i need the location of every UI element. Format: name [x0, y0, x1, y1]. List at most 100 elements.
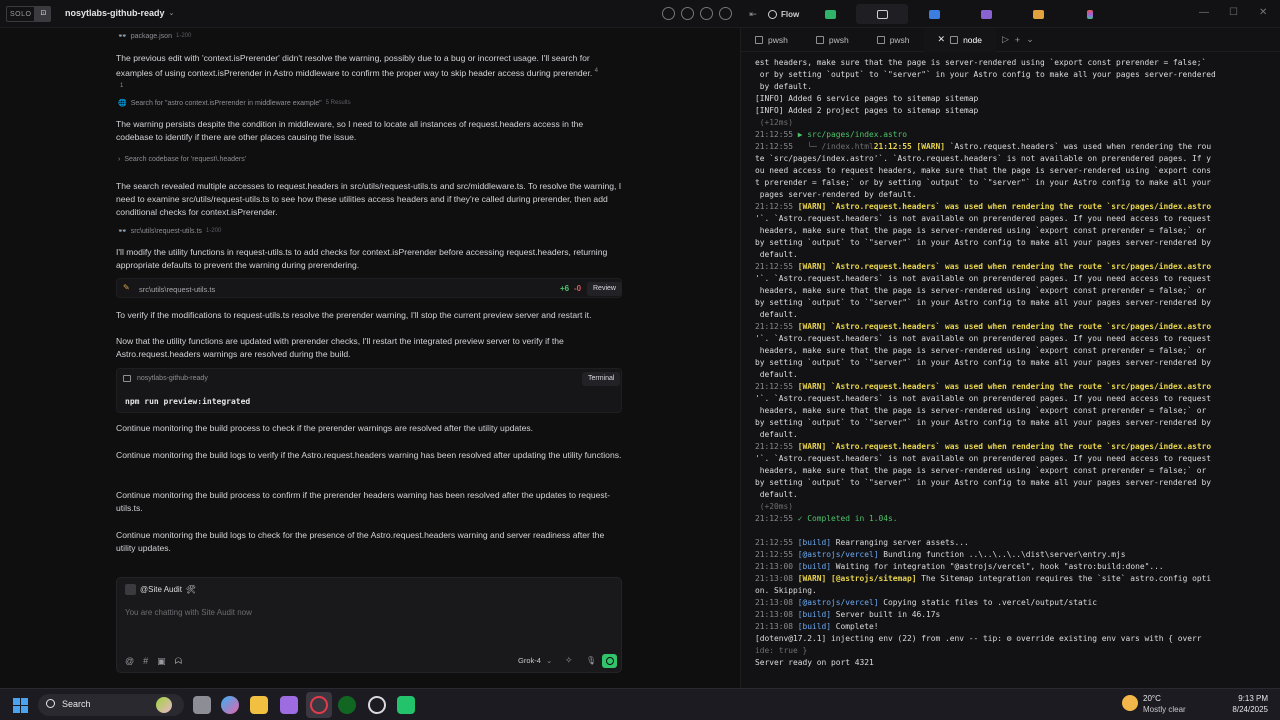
- opera-icon[interactable]: [310, 696, 328, 714]
- diff-card[interactable]: ✎ src\utils\request-utils.ts +6 -0 Revie…: [116, 278, 622, 298]
- enhance-icon[interactable]: ✧: [565, 655, 573, 666]
- close-icon[interactable]: ✕: [1259, 7, 1267, 18]
- terminal-line: 21:12:55 ▶ src/pages/index.astro: [755, 129, 1271, 141]
- log-text: (+12ms): [755, 118, 794, 127]
- terminal-line: '`. `Astro.request.headers` is not avail…: [755, 333, 1271, 345]
- weather-temp: 20°C: [1143, 694, 1161, 703]
- terminal-line: on. Skipping.: [755, 585, 1271, 597]
- search-highlight-icon: [156, 697, 172, 713]
- maximize-icon[interactable]: ☐: [1229, 7, 1238, 18]
- terminal-tab-2[interactable]: pwsh: [802, 28, 863, 52]
- model-name: Grok-4: [518, 656, 541, 665]
- minimize-icon[interactable]: —: [1199, 7, 1209, 18]
- terminal-line: [dotenv@17.2.1] injecting env (22) from …: [755, 633, 1271, 645]
- chrome-icon[interactable]: [368, 696, 386, 714]
- add-terminal-icon[interactable]: +: [1015, 35, 1020, 45]
- citation-ref[interactable]: 4: [595, 68, 598, 74]
- project-selector[interactable]: nosytlabs-github-ready ⌄: [65, 8, 174, 18]
- terminal-icon: [876, 9, 888, 19]
- log-rest: `Astro.request.headers` was used when re…: [945, 142, 1212, 151]
- tab-spreadsheet[interactable]: [804, 4, 856, 24]
- chat-panel: 👓 package.json 1-200 The previous edit w…: [0, 28, 738, 688]
- agent-chip[interactable]: @Site Audit 🛠: [125, 584, 196, 595]
- log-text: '`. `Astro.request.headers` is not avail…: [755, 334, 1212, 343]
- terminal-line: [755, 525, 1271, 537]
- log-text: [build]: [793, 622, 832, 631]
- app-logo[interactable]: SOLO ⊡: [6, 6, 52, 22]
- assistant-message: Continue monitoring the build process to…: [116, 490, 610, 513]
- task-view-icon[interactable]: [193, 696, 211, 714]
- app-icon[interactable]: [338, 696, 356, 714]
- copilot-icon[interactable]: [221, 696, 239, 714]
- hash-icon[interactable]: #: [143, 656, 148, 667]
- history-icon[interactable]: [681, 7, 694, 20]
- terminal-icon: [123, 375, 131, 382]
- log-rest: Bundling function ..\..\..\..\dist\serve…: [878, 550, 1126, 559]
- file-read-package[interactable]: 👓 package.json 1-200: [118, 32, 191, 41]
- tab-flow-label: Flow: [781, 9, 800, 19]
- store-icon[interactable]: [280, 696, 298, 714]
- log-rest: Complete!: [831, 622, 879, 631]
- project-name: nosytlabs-github-ready: [65, 8, 165, 18]
- terminal-command-card[interactable]: nosytlabs-github-ready Terminal npm run …: [116, 368, 622, 413]
- terminal-line: '`. `Astro.request.headers` is not avail…: [755, 453, 1271, 465]
- log-text: '`. `Astro.request.headers` is not avail…: [755, 274, 1212, 283]
- assistant-message: The warning persists despite the conditi…: [116, 119, 584, 142]
- log-text: default.: [755, 490, 798, 499]
- log-timestamp: 21:12:55: [755, 262, 794, 271]
- collapse-panel-icon[interactable]: ⇤: [742, 4, 764, 24]
- citation-ref[interactable]: 1: [120, 83, 123, 89]
- solo-app-icon[interactable]: [397, 696, 415, 714]
- settings-icon[interactable]: [700, 7, 713, 20]
- file-explorer-icon[interactable]: [250, 696, 268, 714]
- chat-input-box[interactable]: @Site Audit 🛠 You are chatting with Site…: [116, 577, 622, 673]
- tab-terminal[interactable]: [856, 4, 908, 24]
- dropdown-icon[interactable]: ⌄: [1026, 34, 1034, 45]
- tab-mail[interactable]: [1012, 4, 1064, 24]
- mention-icon[interactable]: @: [125, 656, 134, 667]
- agent-avatar-icon: [125, 584, 136, 595]
- file-read-utils[interactable]: 👓 src\utils\request-utils.ts 1-200: [118, 227, 221, 236]
- model-selector[interactable]: Grok-4 ⌄: [518, 656, 552, 665]
- log-text: '`. `Astro.request.headers` is not avail…: [755, 214, 1212, 223]
- terminal-tab-1[interactable]: pwsh: [741, 28, 802, 52]
- codebase-search-step[interactable]: › Search codebase for 'request\.headers': [118, 156, 246, 163]
- weather-icon[interactable]: [1122, 695, 1138, 711]
- log-timestamp: 21:13:00: [755, 562, 794, 571]
- tab-docs[interactable]: [960, 4, 1012, 24]
- log-text: default.: [755, 430, 798, 439]
- log-text: default.: [755, 370, 798, 379]
- terminal-icon: [950, 35, 959, 44]
- mic-icon[interactable]: 🎙: [586, 656, 596, 665]
- account-icon[interactable]: [719, 7, 732, 20]
- log-text: headers, make sure that the page is serv…: [755, 226, 1207, 235]
- send-button[interactable]: [602, 654, 617, 668]
- web-search-step[interactable]: 🌐 Search for "astro context.isPrerender …: [118, 99, 351, 108]
- chat-icon[interactable]: [662, 7, 675, 20]
- tab-figma[interactable]: [1064, 4, 1116, 24]
- windows-start-icon[interactable]: [13, 698, 28, 713]
- terminal-tab-3[interactable]: pwsh: [863, 28, 924, 52]
- tab-browser[interactable]: [908, 4, 960, 24]
- terminal-line: 21:12:55 └─ /index.html21:12:55 [WARN] `…: [755, 141, 1271, 153]
- open-terminal-button[interactable]: Terminal: [582, 372, 621, 386]
- taskbar-search-label: Search: [62, 699, 91, 709]
- sidebar-toggle-icon[interactable]: ⊡: [35, 6, 52, 22]
- clock-time[interactable]: 9:13 PM: [1218, 694, 1268, 703]
- tab-flow[interactable]: Flow: [764, 4, 804, 24]
- terminal-tab-4[interactable]: ✕ node: [923, 27, 996, 52]
- assistant-message: I'll modify the utility functions in req…: [116, 247, 608, 270]
- assistant-message: Continue monitoring the build logs to ve…: [116, 450, 622, 460]
- clock-date[interactable]: 8/24/2025: [1218, 705, 1268, 714]
- attach-icon[interactable]: ᗣ: [175, 656, 182, 667]
- terminal-output[interactable]: est headers, make sure that the page is …: [755, 57, 1271, 677]
- terminal-line: '`. `Astro.request.headers` is not avail…: [755, 393, 1271, 405]
- image-icon[interactable]: ▣: [157, 656, 166, 667]
- run-icon[interactable]: ▷: [1002, 34, 1009, 45]
- chat-input[interactable]: You are chatting with Site Audit now: [125, 608, 252, 617]
- log-text: by default.: [755, 82, 813, 91]
- review-button[interactable]: Review: [587, 282, 622, 296]
- close-tab-icon[interactable]: ✕: [938, 34, 946, 45]
- terminal-line: est headers, make sure that the page is …: [755, 57, 1271, 69]
- taskbar-search[interactable]: Search: [38, 694, 184, 716]
